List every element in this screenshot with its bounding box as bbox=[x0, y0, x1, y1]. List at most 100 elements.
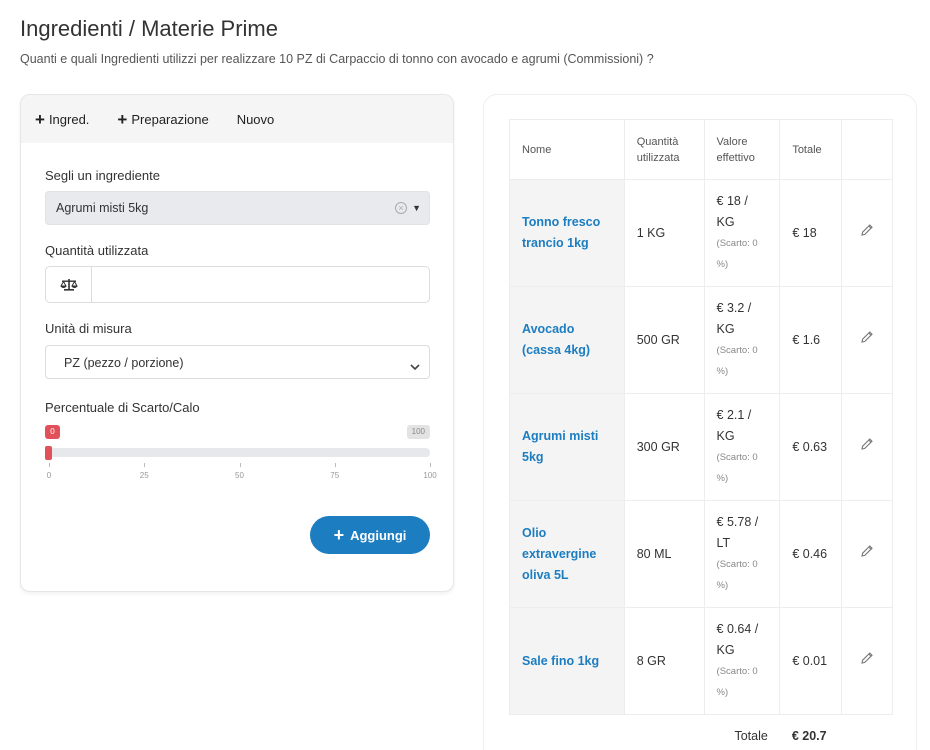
scarto-text: (Scarto: 0 %) bbox=[716, 238, 758, 270]
ingredient-label: Segli un ingrediente bbox=[45, 168, 160, 183]
slider-tick bbox=[430, 463, 431, 467]
chevron-down-icon bbox=[410, 358, 420, 376]
scarto-text: (Scarto: 0 %) bbox=[716, 559, 758, 591]
actions-cell bbox=[841, 393, 893, 501]
header-quantity: Quantità utilizzata bbox=[623, 119, 705, 180]
slider-tick-label: 100 bbox=[423, 471, 437, 480]
quantity-cell: 8 GR bbox=[623, 607, 705, 715]
value-cell: € 5.78 / LT (Scarto: 0 %) bbox=[703, 500, 781, 608]
actions-cell bbox=[841, 179, 893, 287]
value-text: € 18 / KG bbox=[716, 194, 748, 229]
table-row: Olio extravergine oliva 5L 80 ML € 5.78 / … bbox=[509, 500, 893, 608]
quantity-label: Quantità utilizzata bbox=[45, 243, 149, 258]
header-name: Nome bbox=[509, 119, 625, 180]
pencil-icon[interactable] bbox=[860, 223, 874, 244]
add-ingredient-button[interactable]: + Ingred. bbox=[35, 111, 89, 128]
page-title: Ingredienti / Materie Prime bbox=[20, 16, 278, 41]
quantity-cell: 500 GR bbox=[623, 286, 705, 394]
form-toolbar: + Ingred. + Preparazione Nuovo bbox=[21, 95, 453, 143]
slider-tick-label: 0 bbox=[46, 471, 52, 480]
actions-cell bbox=[841, 286, 893, 394]
add-ingredient-label: Ingred. bbox=[48, 111, 90, 127]
scarto-text: (Scarto: 0 %) bbox=[716, 345, 758, 377]
ingredient-name-link[interactable]: Olio extravergine oliva 5L bbox=[509, 500, 625, 608]
total-cell: € 0.01 bbox=[779, 607, 843, 715]
ingredient-name-link[interactable]: Agrumi misti 5kg bbox=[509, 393, 625, 501]
value-text: € 3.2 / KG bbox=[716, 301, 752, 336]
total-cell: € 18 bbox=[779, 179, 843, 287]
clear-icon[interactable]: × bbox=[395, 202, 407, 214]
scale-icon[interactable] bbox=[46, 267, 92, 302]
slider-track[interactable] bbox=[49, 448, 430, 457]
quantity-group bbox=[45, 266, 430, 303]
value-cell: € 2.1 / KG (Scarto: 0 %) bbox=[703, 393, 781, 501]
scarto-text: (Scarto: 0 %) bbox=[716, 452, 758, 484]
table-row: Avocado (cassa 4kg) 500 GR € 3.2 / KG (Scar… bbox=[509, 286, 893, 394]
add-preparation-label: Preparazione bbox=[131, 111, 209, 127]
table-row: Tonno fresco trancio 1kg 1 KG € 18 / KG (Sc… bbox=[509, 179, 893, 287]
ingredient-name-link[interactable]: Tonno fresco trancio 1kg bbox=[509, 179, 625, 287]
slider-max-badge: 100 bbox=[406, 425, 430, 439]
table-header-row: Nome Quantità utilizzata Valore effettiv… bbox=[509, 119, 893, 180]
slider-min-badge: 0 bbox=[45, 425, 60, 439]
quantity-input[interactable] bbox=[92, 267, 429, 302]
slider-tick-label: 25 bbox=[139, 471, 149, 480]
total-cell: € 0.46 bbox=[779, 500, 843, 608]
add-button[interactable]: + Aggiungi bbox=[310, 516, 430, 554]
waste-label: Percentuale di Scarto/Calo bbox=[45, 400, 200, 415]
quantity-cell: 1 KG bbox=[623, 179, 705, 287]
plus-icon: + bbox=[35, 109, 45, 129]
actions-cell bbox=[841, 607, 893, 715]
ingredients-table-card: Nome Quantità utilizzata Valore effettiv… bbox=[483, 94, 917, 750]
pencil-icon[interactable] bbox=[860, 651, 874, 672]
slider-tick-label: 75 bbox=[330, 471, 340, 480]
total-cell: € 0.63 bbox=[779, 393, 843, 501]
slider-tick-label: 50 bbox=[235, 471, 244, 480]
unit-label: Unità di misura bbox=[45, 321, 132, 336]
caret-down-icon[interactable]: ▼ bbox=[412, 203, 421, 213]
header-value: Valore effettivo bbox=[703, 119, 781, 180]
ingredient-form-card: + Ingred. + Preparazione Nuovo Segli un … bbox=[20, 94, 454, 592]
new-button[interactable]: Nuovo bbox=[237, 112, 275, 127]
ingredient-select[interactable]: Agrumi misti 5kg × ▼ bbox=[45, 191, 430, 225]
value-text: € 2.1 / KG bbox=[716, 408, 752, 443]
add-button-label: Aggiungi bbox=[350, 527, 407, 543]
pencil-icon[interactable] bbox=[860, 544, 874, 565]
quantity-cell: 80 ML bbox=[623, 500, 705, 608]
slider-tick bbox=[144, 463, 146, 467]
header-actions bbox=[841, 119, 893, 180]
ingredient-select-value: Agrumi misti 5kg bbox=[56, 201, 149, 215]
actions-cell bbox=[841, 500, 893, 608]
table-row: Agrumi misti 5kg 300 GR € 2.1 / KG (Scarto:… bbox=[509, 393, 893, 501]
slider-handle[interactable] bbox=[45, 446, 52, 460]
value-text: € 5.78 / LT bbox=[716, 515, 759, 550]
slider-tick bbox=[49, 463, 50, 467]
total-cell: € 1.6 bbox=[779, 286, 843, 394]
quantity-cell: 300 GR bbox=[623, 393, 705, 501]
unit-select-value: PZ (pezzo / porzione) bbox=[64, 356, 184, 370]
table-row: Sale fino 1kg 8 GR € 0.64 / KG (Scarto: 0 %… bbox=[509, 607, 893, 715]
scarto-text: (Scarto: 0 %) bbox=[716, 666, 758, 698]
add-preparation-button[interactable]: + Preparazione bbox=[117, 111, 208, 128]
pencil-icon[interactable] bbox=[860, 330, 874, 351]
value-cell: € 18 / KG (Scarto: 0 %) bbox=[703, 179, 781, 287]
total-row: Totale € 20.7 bbox=[510, 714, 893, 750]
ingredient-name-link[interactable]: Avocado (cassa 4kg) bbox=[509, 286, 625, 394]
pencil-icon[interactable] bbox=[860, 437, 874, 458]
ingredient-name-link[interactable]: Sale fino 1kg bbox=[509, 607, 625, 715]
plus-icon: + bbox=[117, 109, 128, 129]
waste-slider[interactable]: 0 100 0 25 50 75 100 bbox=[45, 423, 437, 493]
unit-select[interactable]: PZ (pezzo / porzione) bbox=[45, 345, 430, 379]
value-cell: € 0.64 / KG (Scarto: 0 %) bbox=[703, 607, 781, 715]
value-text: € 0.64 / KG bbox=[716, 622, 759, 657]
slider-tick bbox=[334, 463, 336, 467]
plus-icon: + bbox=[333, 525, 345, 545]
page-subtitle: Quanti e quali Ingredienti utilizzi per … bbox=[20, 52, 654, 66]
value-cell: € 3.2 / KG (Scarto: 0 %) bbox=[703, 286, 781, 394]
header-total: Totale bbox=[779, 119, 843, 180]
new-label: Nuovo bbox=[236, 111, 275, 127]
total-label: Totale bbox=[704, 714, 780, 750]
ingredients-table: Nome Quantità utilizzata Valore effettiv… bbox=[509, 119, 893, 750]
total-value: € 20.7 bbox=[779, 714, 842, 750]
slider-tick bbox=[239, 463, 241, 467]
